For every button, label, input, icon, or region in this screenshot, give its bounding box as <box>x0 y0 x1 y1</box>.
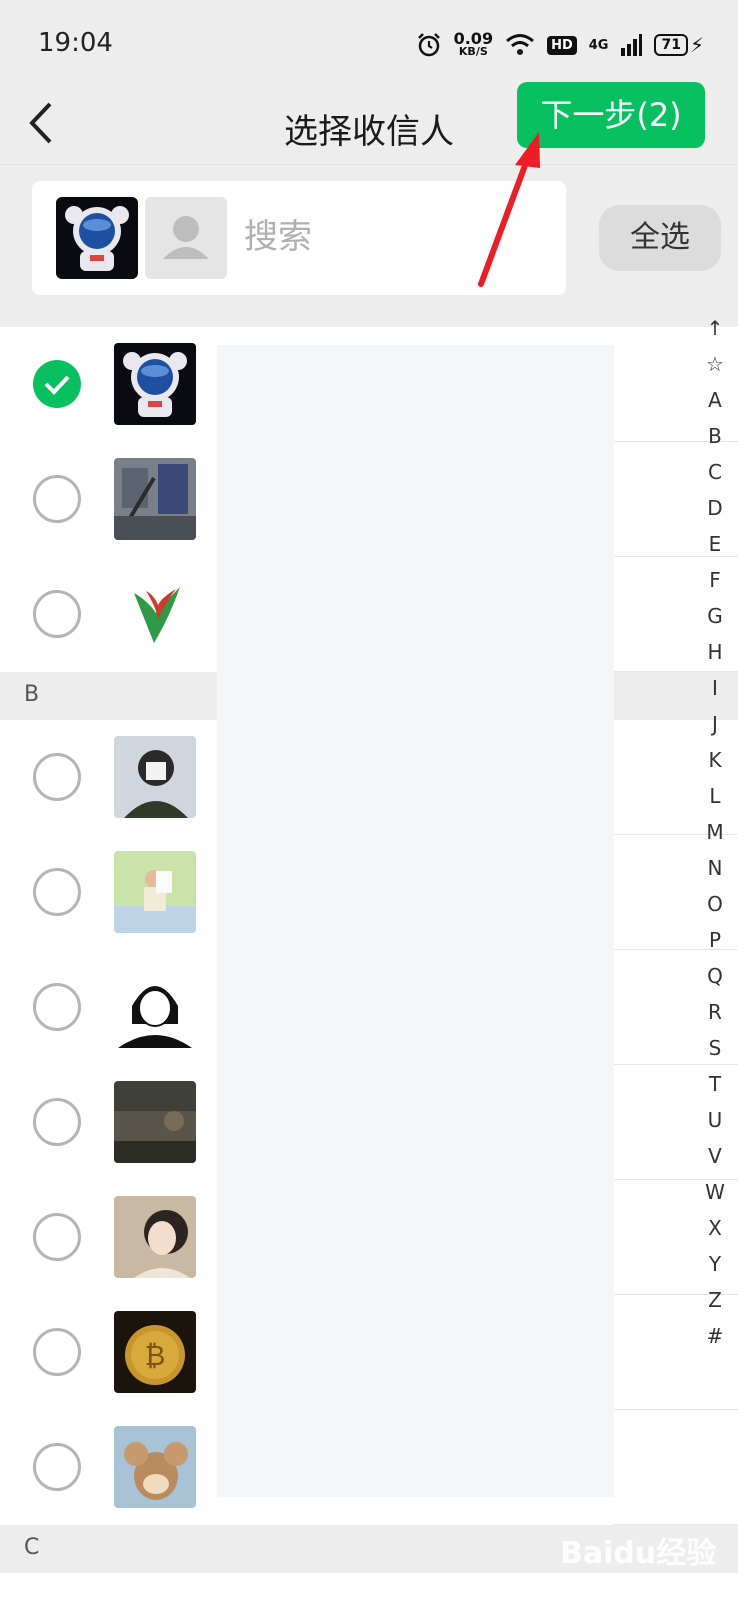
signal-icon <box>621 34 643 56</box>
astronaut-avatar-image <box>114 343 196 425</box>
index-letter[interactable]: D <box>700 490 730 526</box>
girl-mask-avatar-image <box>114 736 196 818</box>
next-step-button[interactable]: 下一步(2) <box>517 82 705 148</box>
index-letter[interactable]: A <box>700 382 730 418</box>
section-letter: C <box>24 1535 40 1560</box>
index-letter[interactable]: K <box>700 742 730 778</box>
index-letter[interactable]: U <box>700 1102 730 1138</box>
index-letter[interactable]: P <box>700 922 730 958</box>
index-letter[interactable]: M <box>700 814 730 850</box>
checkbox-unchecked[interactable] <box>33 1328 81 1376</box>
index-letter[interactable]: N <box>700 850 730 886</box>
cartoon-mouse-avatar-image <box>114 1426 196 1508</box>
checkbox-unchecked[interactable] <box>33 1098 81 1146</box>
search-box[interactable] <box>32 181 566 295</box>
watermark: Baidu经验 <box>560 1536 717 1571</box>
hd-badge: HD <box>547 35 577 55</box>
wifi-icon <box>506 34 535 55</box>
index-letter[interactable]: Q <box>700 958 730 994</box>
index-letter[interactable]: L <box>700 778 730 814</box>
status-icons: 0.09 KB/S HD 4G 71 ⚡ <box>416 28 704 62</box>
green-red-logo-avatar-image <box>114 573 196 655</box>
checkbox-unchecked[interactable] <box>33 1213 81 1261</box>
index-letter[interactable]: S <box>700 1030 730 1066</box>
index-letter[interactable]: T <box>700 1066 730 1102</box>
cartoon-girl-avatar-image <box>114 966 196 1048</box>
contact-avatar <box>114 573 196 655</box>
index-letter[interactable]: E <box>700 526 730 562</box>
status-bar: 19:04 0.09 KB/S HD 4G 71 ⚡ <box>0 0 738 82</box>
index-letter[interactable]: C <box>700 454 730 490</box>
checkbox-unchecked[interactable] <box>33 590 81 638</box>
redacted-names-overlay <box>217 345 614 1497</box>
alphabet-index[interactable]: ↑ ☆ A B C D E F G H I J K L M N O P Q R S T U V W X Y Z # <box>700 310 730 1354</box>
checkbox-unchecked[interactable] <box>33 983 81 1031</box>
index-letter[interactable]: F <box>700 562 730 598</box>
index-letter[interactable]: I <box>700 670 730 706</box>
net-speed: 0.09 KB/S <box>453 29 494 59</box>
svg-text:₿: ₿ <box>145 1339 166 1372</box>
battery-indicator: 71 ⚡ <box>654 33 704 57</box>
selected-contact-avatar[interactable] <box>145 197 227 279</box>
contact-avatar <box>114 1426 196 1508</box>
index-letter[interactable]: ☆ <box>700 346 730 382</box>
charging-icon: ⚡ <box>689 33 704 57</box>
contact-avatar <box>114 966 196 1048</box>
contact-avatar <box>114 343 196 425</box>
index-letter[interactable]: V <box>700 1138 730 1174</box>
index-letter[interactable]: Y <box>700 1246 730 1282</box>
search-input[interactable] <box>242 211 546 263</box>
index-letter[interactable]: ↑ <box>700 310 730 346</box>
bitcoin-avatar-image: ₿ <box>114 1311 196 1393</box>
index-letter[interactable]: R <box>700 994 730 1030</box>
checkbox-unchecked[interactable] <box>33 753 81 801</box>
index-letter[interactable]: G <box>700 598 730 634</box>
section-letter: B <box>24 682 40 707</box>
contact-avatar <box>114 736 196 818</box>
contact-avatar <box>114 851 196 933</box>
dark-photo-avatar-image <box>114 1081 196 1163</box>
checkbox-unchecked[interactable] <box>33 868 81 916</box>
contact-avatar: ₿ <box>114 1311 196 1393</box>
selected-contact-avatar[interactable] <box>56 197 138 279</box>
contact-avatar <box>114 1081 196 1163</box>
default-person-icon <box>163 216 209 259</box>
index-letter[interactable]: X <box>700 1210 730 1246</box>
index-letter[interactable]: # <box>700 1318 730 1354</box>
search-area: 全选 <box>0 165 738 327</box>
checkbox-unchecked[interactable] <box>33 1443 81 1491</box>
machine-avatar-image <box>114 458 196 540</box>
astronaut-avatar-image <box>56 197 138 279</box>
checkbox-unchecked[interactable] <box>33 475 81 523</box>
index-letter[interactable]: Z <box>700 1282 730 1318</box>
select-all-button[interactable]: 全选 <box>599 205 721 271</box>
index-letter[interactable]: W <box>700 1174 730 1210</box>
index-letter[interactable]: O <box>700 886 730 922</box>
checkmark-icon <box>44 375 70 395</box>
status-time: 19:04 <box>38 28 113 58</box>
nav-header: 选择收信人 下一步(2) <box>0 82 738 165</box>
checkbox-checked[interactable] <box>33 360 81 408</box>
alarm-icon <box>417 33 440 57</box>
index-letter[interactable]: J <box>700 706 730 742</box>
index-letter[interactable]: H <box>700 634 730 670</box>
network-type: 4G <box>588 37 609 53</box>
girl-portrait-avatar-image <box>114 1196 196 1278</box>
sitting-figure-avatar-image <box>114 851 196 933</box>
contact-avatar <box>114 458 196 540</box>
contact-avatar <box>114 1196 196 1278</box>
index-letter[interactable]: B <box>700 418 730 454</box>
